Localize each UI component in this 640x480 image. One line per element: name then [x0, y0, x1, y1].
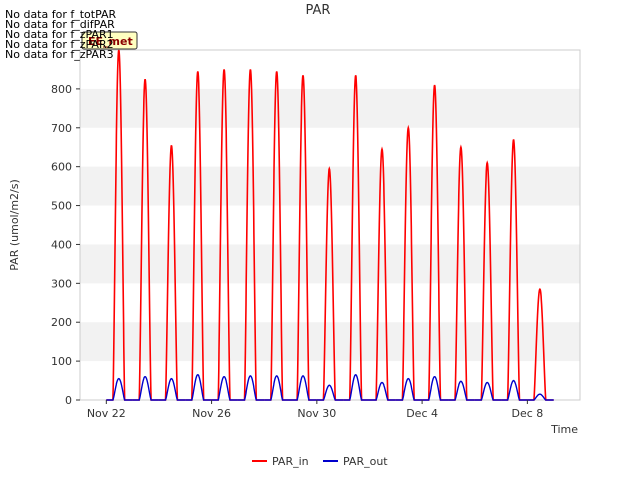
daily-curve [106, 377, 133, 401]
daily-curve [290, 375, 317, 401]
daily-curve [185, 373, 212, 401]
x-tick-label: Nov 26 [192, 407, 231, 420]
daily-curve [448, 380, 475, 401]
daily-curve [158, 377, 186, 401]
par-chart: 0100200300400500600700800 Nov 22 Nov 26 No… [5, 3, 581, 468]
daily-curve [132, 375, 159, 401]
y-tick-label: 300 [51, 277, 72, 290]
legend: PAR_in PAR_out [252, 455, 388, 468]
daily-curve [264, 375, 291, 401]
daily-curve [501, 379, 528, 401]
daily-curve [316, 384, 344, 401]
daily-curve [211, 375, 238, 401]
x-axis-label: Time [550, 423, 578, 436]
grid-band [80, 88, 580, 128]
y-axis: 0 100 200 300 400 500 600 700 800 [51, 83, 80, 407]
no-data-notes: No data for f_totPAR No data for f_difPA… [5, 8, 117, 61]
y-tick-label: 700 [51, 122, 72, 135]
daily-curve [395, 377, 423, 401]
y-tick-label: 500 [51, 200, 72, 213]
x-tick-label: Nov 30 [297, 407, 336, 420]
daily-curve [527, 393, 554, 401]
daily-curve [343, 373, 370, 401]
y-tick-label: 200 [51, 316, 72, 329]
y-tick-label: 800 [51, 83, 72, 96]
y-tick-label: 400 [51, 238, 72, 251]
y-axis-label: PAR (umol/m2/s) [8, 179, 21, 271]
daily-curve [237, 375, 265, 401]
no-data-note: No data for f_zPAR3 [5, 48, 114, 61]
x-axis: Nov 22 Nov 26 Nov 30 Dec 4 Dec 8 [87, 400, 543, 420]
series-par-out [106, 373, 554, 401]
y-tick-label: 0 [65, 394, 72, 407]
y-tick-label: 600 [51, 161, 72, 174]
x-tick-label: Dec 8 [511, 407, 543, 420]
grid-band [80, 322, 580, 362]
legend-label-par-in: PAR_in [272, 455, 309, 468]
daily-curve [369, 381, 396, 401]
grid-bands [80, 88, 580, 362]
y-tick-label: 100 [51, 355, 72, 368]
legend-label-par-out: PAR_out [343, 455, 388, 468]
daily-curve [422, 375, 449, 401]
x-tick-label: Nov 22 [87, 407, 126, 420]
chart-title: PAR [306, 3, 331, 18]
x-tick-label: Dec 4 [406, 407, 438, 420]
daily-curve [474, 381, 502, 401]
grid-band [80, 244, 580, 284]
